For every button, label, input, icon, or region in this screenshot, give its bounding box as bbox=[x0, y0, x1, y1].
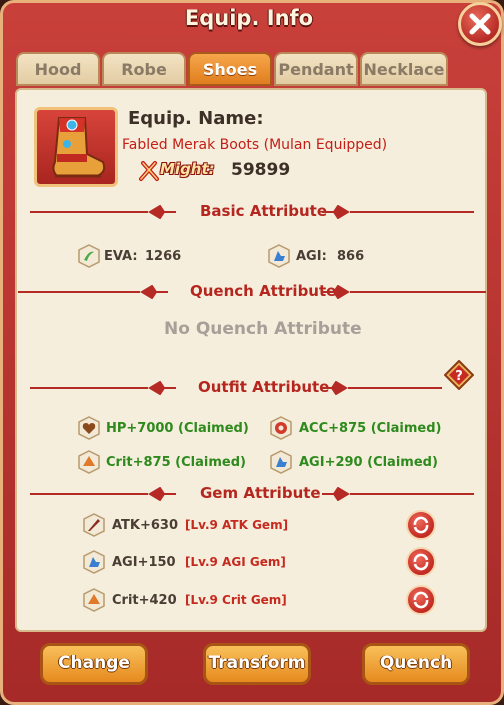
svg-text:?: ? bbox=[455, 369, 463, 384]
might-label: Might: bbox=[160, 160, 215, 178]
equip-name-value: Fabled Merak Boots (Mulan Equipped) bbox=[122, 137, 388, 153]
close-icon bbox=[469, 13, 491, 35]
hp-icon bbox=[78, 416, 100, 440]
swap-icon bbox=[413, 516, 429, 534]
basic-stat-value: 866 bbox=[337, 249, 365, 264]
gem-name-text: [Lv.9 ATK Gem] bbox=[185, 518, 289, 532]
gem-attribute-divider: Gem Attribute bbox=[30, 484, 474, 504]
basic-stat-value: 1266 bbox=[145, 249, 182, 264]
crit-icon bbox=[78, 450, 100, 474]
tab-hood[interactable]: Hood bbox=[16, 52, 100, 86]
equip-item-slot[interactable] bbox=[34, 107, 118, 187]
acc-icon bbox=[270, 416, 292, 440]
no-quench-text: No Quench Attribute bbox=[164, 319, 362, 339]
agi-icon bbox=[83, 550, 105, 574]
outfit-stat-text: ACC+875 (Claimed) bbox=[299, 421, 442, 436]
might-value: 59899 bbox=[231, 160, 291, 180]
basic-stat-label: AGI: bbox=[296, 249, 327, 264]
gem-stat-text: AGI+150 bbox=[112, 555, 176, 570]
outfit-attribute-title: Outfit Attribute bbox=[198, 378, 330, 396]
outfit-stat-text: Crit+875 (Claimed) bbox=[106, 455, 246, 470]
equip-name-label: Equip. Name: bbox=[128, 108, 264, 129]
eva-icon bbox=[78, 244, 100, 268]
tab-pendant[interactable]: Pendant bbox=[274, 52, 358, 86]
basic-stat-label: EVA: bbox=[104, 249, 138, 264]
transform-button[interactable]: Transform bbox=[203, 643, 311, 685]
gem-stat-text: Crit+420 bbox=[112, 593, 177, 608]
gem-name-text: [Lv.9 Crit Gem] bbox=[185, 593, 287, 607]
outfit-stat-text: HP+7000 (Claimed) bbox=[106, 421, 249, 436]
basic-attribute-title: Basic Attribute bbox=[200, 202, 327, 220]
tab-robe[interactable]: Robe bbox=[102, 52, 186, 86]
outfit-stat-text: AGI+290 (Claimed) bbox=[299, 455, 438, 470]
outfit-attribute-divider: Outfit Attribute bbox=[30, 378, 442, 398]
tab-necklace[interactable]: Necklace bbox=[360, 52, 448, 86]
crit-icon bbox=[83, 588, 105, 612]
gem-stat-text: ATK+630 bbox=[112, 518, 179, 533]
gem-swap-button[interactable] bbox=[406, 547, 436, 577]
might-icon bbox=[139, 161, 159, 181]
tab-shoes[interactable]: Shoes bbox=[188, 52, 272, 86]
basic-attribute-divider: Basic Attribute bbox=[30, 202, 474, 222]
atk-icon bbox=[83, 513, 105, 537]
gem-swap-button[interactable] bbox=[406, 510, 436, 540]
gem-swap-button[interactable] bbox=[406, 585, 436, 615]
close-button[interactable] bbox=[458, 2, 502, 46]
swap-icon bbox=[413, 553, 429, 571]
help-icon[interactable]: ? bbox=[444, 360, 474, 390]
agi-icon bbox=[268, 244, 290, 268]
title-bar: Equip. Info bbox=[0, 0, 498, 48]
window-title: Equip. Info bbox=[184, 6, 314, 30]
agi-icon bbox=[270, 450, 292, 474]
quench-button[interactable]: Quench bbox=[362, 643, 470, 685]
quench-attribute-title: Quench Attribute bbox=[190, 282, 337, 300]
boots-icon bbox=[52, 117, 106, 178]
gem-attribute-title: Gem Attribute bbox=[200, 484, 321, 502]
swap-icon bbox=[413, 591, 429, 609]
gem-name-text: [Lv.9 AGI Gem] bbox=[185, 555, 286, 569]
quench-attribute-divider: Quench Attribute bbox=[18, 282, 486, 302]
change-button[interactable]: Change bbox=[40, 643, 148, 685]
